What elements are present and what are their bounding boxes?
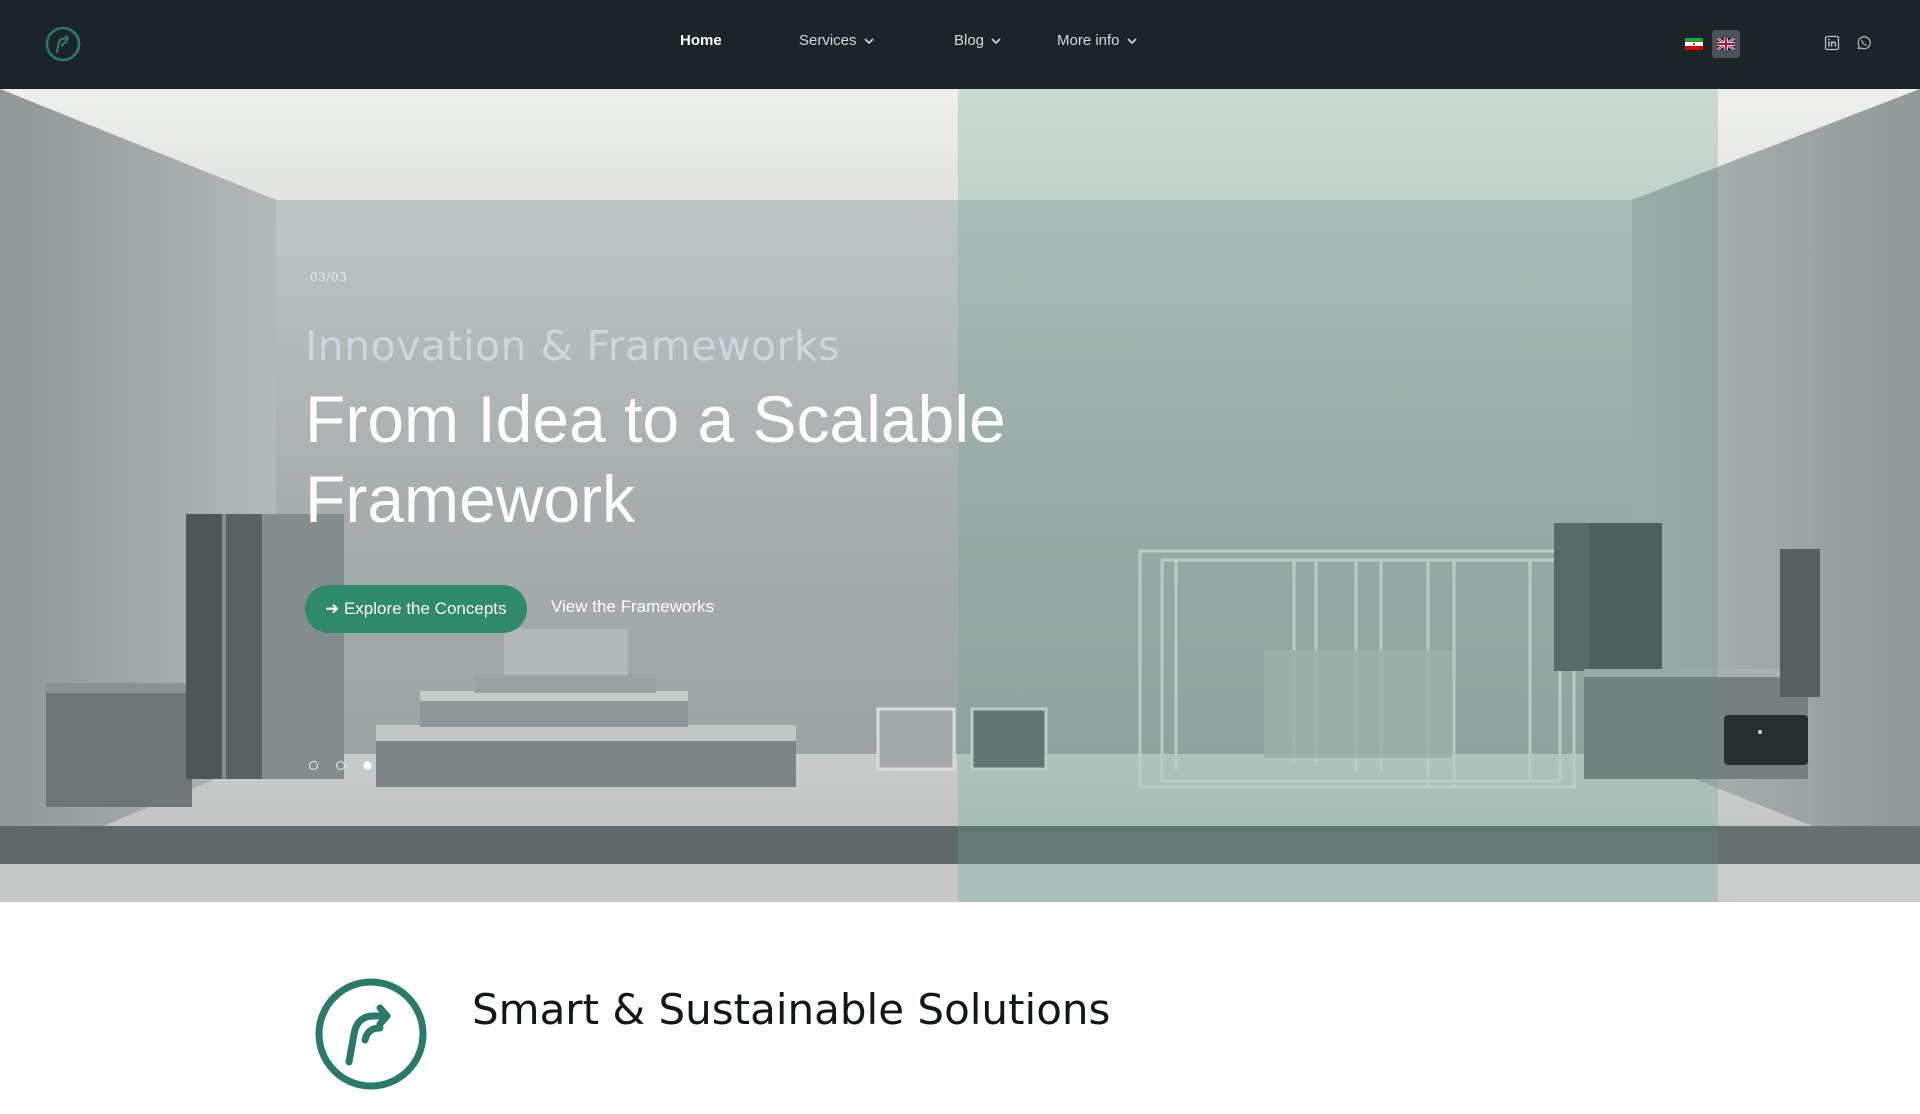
explore-concepts-button[interactable]: ➜ Explore the Concepts	[305, 585, 527, 633]
chevron-down-icon	[863, 37, 874, 44]
hero-subtitle: Innovation & Frameworks	[305, 322, 840, 370]
view-frameworks-link[interactable]: View the Frameworks	[551, 597, 714, 617]
slider-pagination	[309, 761, 372, 770]
top-navbar: Home Services Blog More info	[0, 0, 1920, 89]
slide-dot-2[interactable]	[336, 761, 345, 770]
slide-counter: 03/03	[310, 270, 348, 284]
whatsapp-icon[interactable]	[1856, 35, 1872, 51]
main-nav: Home Services Blog More info	[0, 0, 1920, 89]
slide-dot-3[interactable]	[363, 761, 372, 770]
hero-slider: 03/03 Innovation & Frameworks From Idea …	[0, 89, 1920, 902]
uk-flag-icon	[1717, 38, 1735, 50]
nav-item-label: Blog	[954, 32, 985, 49]
about-section: Smart & Sustainable Solutions	[0, 902, 1920, 1114]
nav-item-label: Home	[680, 32, 722, 49]
language-en-button[interactable]	[1712, 30, 1740, 58]
linkedin-icon[interactable]	[1824, 35, 1840, 51]
nav-item-label: Services	[799, 32, 857, 49]
chevron-down-icon	[1126, 37, 1137, 44]
about-title: Smart & Sustainable Solutions	[472, 985, 1111, 1034]
brand-logo-icon	[315, 978, 427, 1090]
slide-dot-1[interactable]	[309, 761, 318, 770]
nav-item-label: More info	[1057, 32, 1120, 49]
hero-title: From Idea to a Scalable Framework	[305, 382, 1006, 536]
button-label: ➜ Explore the Concepts	[325, 599, 507, 618]
nav-item-more-info[interactable]: More info	[1057, 32, 1138, 49]
nav-item-home[interactable]: Home	[680, 32, 722, 49]
nav-item-services[interactable]: Services	[799, 32, 875, 49]
iran-flag-icon	[1685, 38, 1703, 50]
language-fa-button[interactable]	[1680, 30, 1708, 58]
nav-item-blog[interactable]: Blog	[954, 32, 1002, 49]
chevron-down-icon	[991, 37, 1001, 44]
